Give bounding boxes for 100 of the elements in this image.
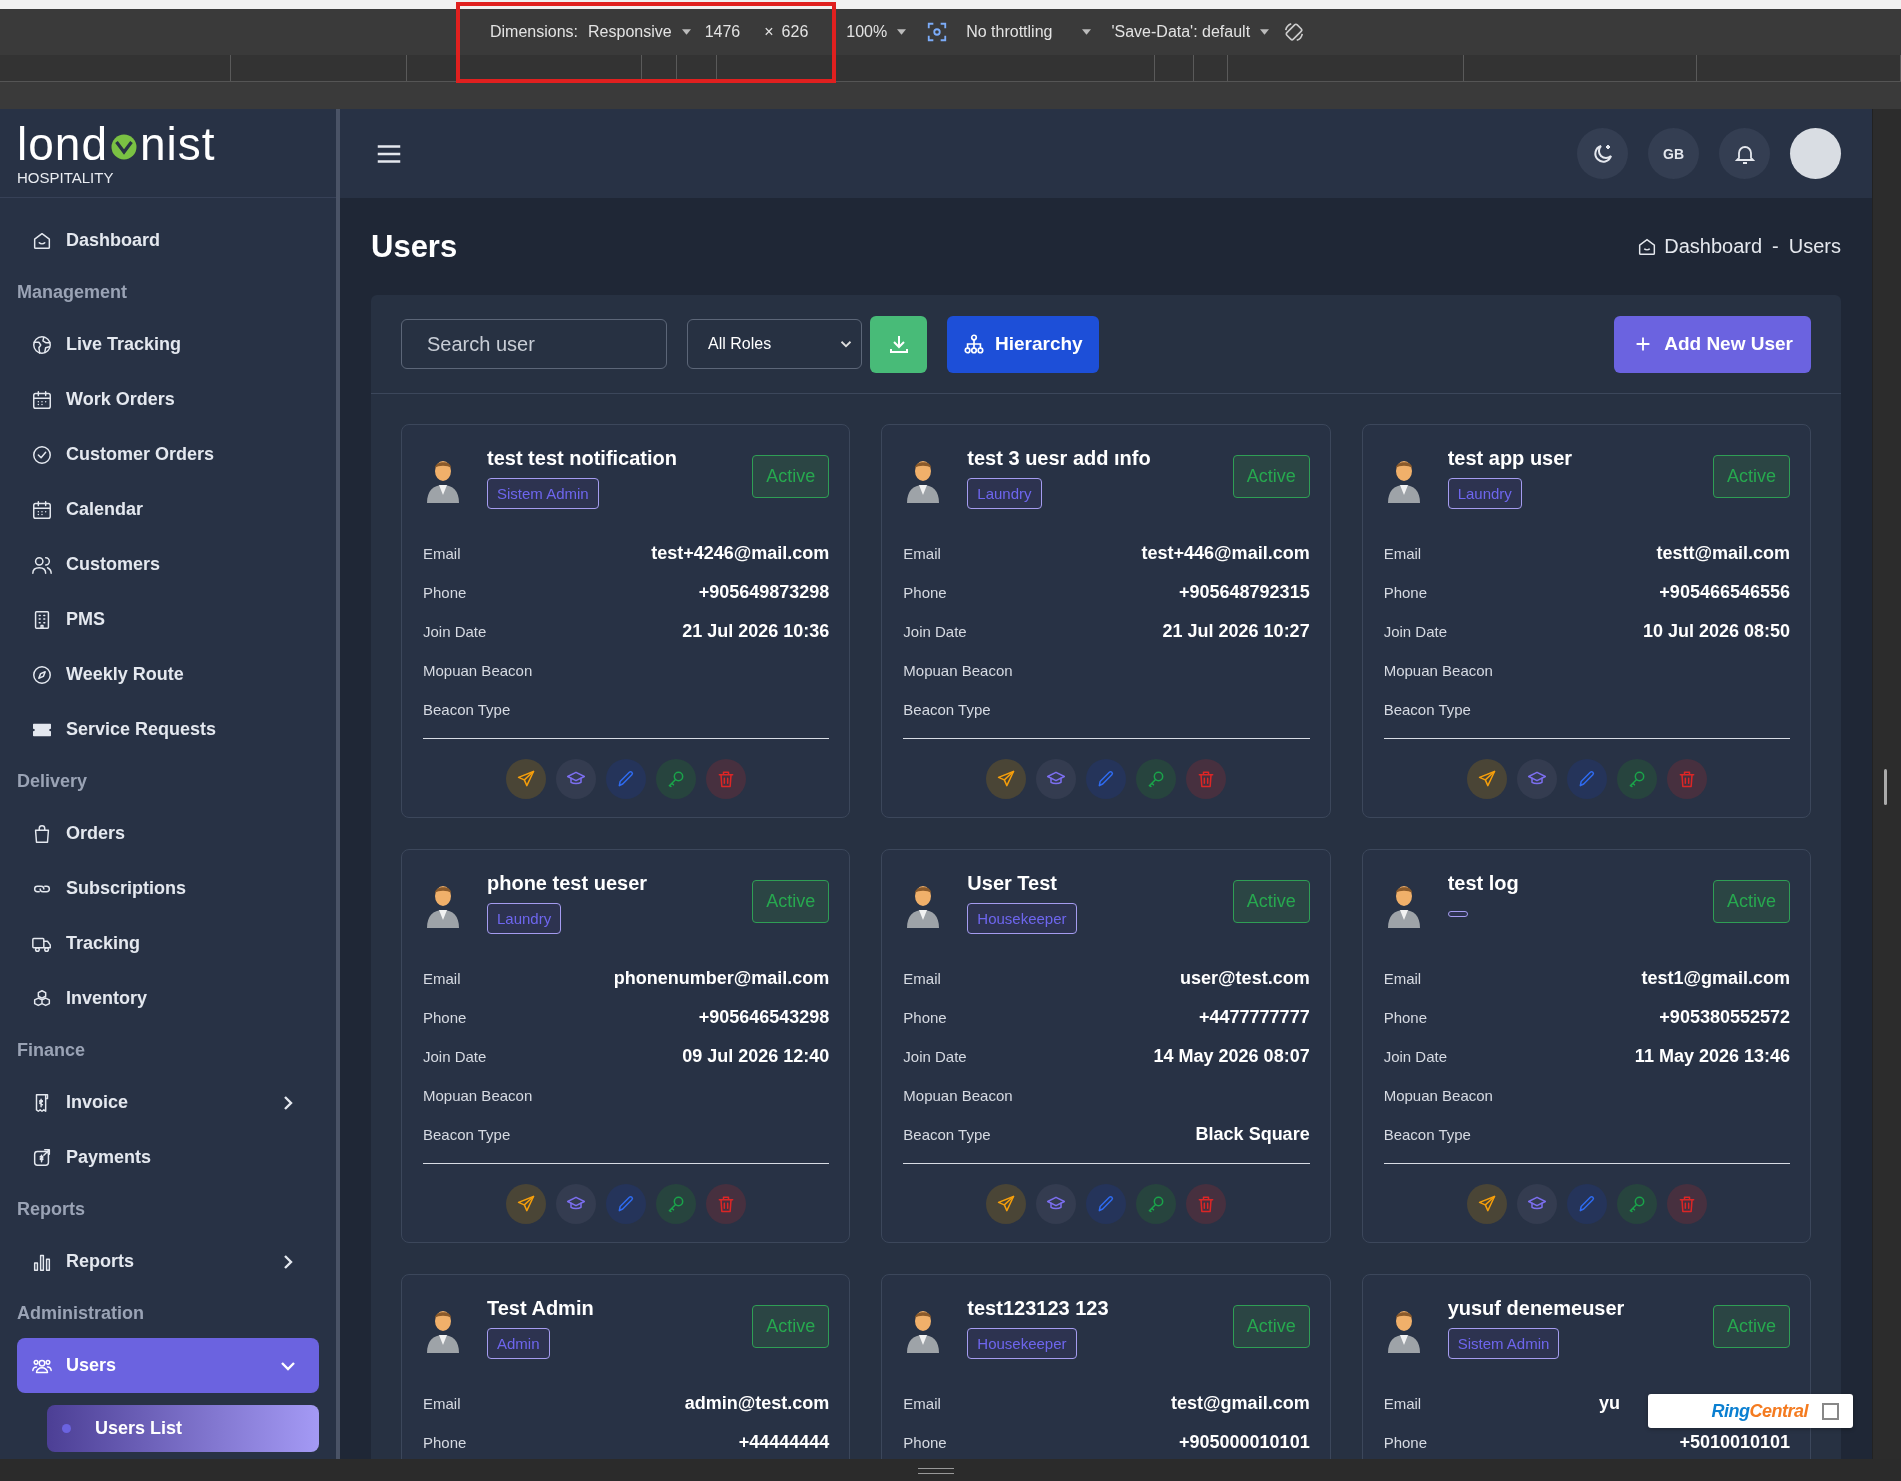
dimensions-label: Dimensions: (490, 23, 579, 41)
add-user-button[interactable]: Add New User (1614, 315, 1811, 373)
field-label: Email (903, 1395, 941, 1412)
field-value: +905649873298 (698, 582, 830, 603)
field-label: Join Date (1383, 623, 1448, 640)
sidebar-item[interactable]: Service Requests (0, 702, 319, 757)
caret-icon (1260, 29, 1270, 35)
field-label: Email (903, 545, 941, 562)
profile-avatar[interactable] (1790, 128, 1841, 179)
sidebar-item[interactable]: Inventory (0, 971, 319, 1026)
role-badge: Laundry (487, 903, 562, 934)
sidebar-section-heading: Finance (16, 1039, 87, 1062)
save-data-dropdown[interactable]: 'Save-Data': default (1111, 23, 1270, 41)
sidebar-item[interactable]: Reports (0, 1234, 319, 1289)
sidebar-item[interactable]: Tracking (0, 916, 319, 971)
graduation-cap-button[interactable] (1516, 1184, 1557, 1224)
graduation-cap-button[interactable] (556, 759, 597, 799)
status-badge: Active (1232, 880, 1310, 923)
language-button[interactable]: GB (1648, 128, 1699, 179)
edit-button[interactable] (1086, 1184, 1127, 1224)
field-label: Email (423, 545, 461, 562)
send-button[interactable] (986, 1184, 1027, 1224)
key-button[interactable] (1136, 759, 1177, 799)
delete-button[interactable] (706, 1184, 747, 1224)
key-button[interactable] (656, 759, 697, 799)
sidebar-item[interactable]: Calendar (0, 482, 319, 537)
sidebar-section-heading: Reports (16, 1198, 86, 1221)
graduation-cap-button[interactable] (556, 1184, 597, 1224)
field-label: Join Date (903, 623, 967, 640)
delete-button[interactable] (1666, 759, 1707, 799)
field-label: Beacon Type (423, 1126, 511, 1143)
graduation-cap-button[interactable] (1036, 759, 1077, 799)
breadcrumb-link[interactable]: Dashboard (1664, 235, 1763, 258)
send-button[interactable] (506, 1184, 547, 1224)
zoom-dropdown[interactable]: 100% (846, 23, 907, 41)
delete-button[interactable] (706, 759, 747, 799)
edit-button[interactable] (1086, 759, 1127, 799)
graduation-cap-button[interactable] (1516, 759, 1557, 799)
user-name: test123123 123 (967, 1297, 1109, 1320)
field-label: Phone (423, 1009, 467, 1026)
edit-button[interactable] (1566, 1184, 1607, 1224)
sidebar-item[interactable]: Weekly Route (0, 647, 319, 702)
sidebar-item[interactable]: Customers (0, 537, 319, 592)
delete-button[interactable] (1666, 1184, 1707, 1224)
minimize-button[interactable] (1822, 1402, 1839, 1420)
send-button[interactable] (506, 759, 547, 799)
send-button[interactable] (1466, 759, 1507, 799)
field-label: Phone (423, 1434, 467, 1451)
send-icon (516, 1194, 537, 1214)
sidebar-item[interactable]: Orders (0, 806, 319, 861)
field-label: Email (1383, 1395, 1422, 1412)
logo: lond nist HOSPITALITY (17, 120, 216, 186)
sidebar-item[interactable]: Work Orders (0, 372, 319, 427)
edit-button[interactable] (1566, 759, 1607, 799)
ringcentral-logo[interactable]: RingCentral (1711, 1400, 1808, 1422)
hierarchy-button[interactable]: Hierarchy (947, 315, 1099, 373)
send-button[interactable] (986, 759, 1027, 799)
sidebar-item[interactable]: Payments (0, 1130, 319, 1185)
edit-button[interactable] (606, 1184, 647, 1224)
role-badge: Sistem Admin (487, 478, 599, 509)
calendar-icon (31, 498, 53, 521)
sidebar-section-heading: Administration (16, 1302, 145, 1325)
delete-button[interactable] (1186, 759, 1227, 799)
user-name: test test notification (487, 447, 677, 470)
caret-icon (681, 29, 691, 35)
edit-button[interactable] (606, 759, 647, 799)
sidebar-item[interactable]: PMS (0, 592, 319, 647)
key-button[interactable] (1616, 759, 1657, 799)
field-label: Phone (903, 1009, 947, 1026)
status-badge: Active (1232, 1305, 1310, 1348)
height-value[interactable]: 626 (781, 23, 809, 41)
key-button[interactable] (1136, 1184, 1177, 1224)
field-label: Beacon Type (903, 701, 991, 718)
delete-button[interactable] (1186, 1184, 1227, 1224)
throttling-dropdown[interactable]: No throttling (966, 23, 1092, 41)
width-value[interactable]: 1476 (704, 23, 741, 41)
download-button[interactable] (870, 315, 927, 373)
send-icon (1476, 769, 1497, 789)
sidebar-item[interactable]: Customer Orders (0, 427, 319, 482)
device-dropdown[interactable]: Responsive (588, 23, 691, 41)
field-label: Join Date (423, 1048, 487, 1065)
key-button[interactable] (656, 1184, 697, 1224)
send-button[interactable] (1466, 1184, 1507, 1224)
sidebar-item[interactable]: Subscriptions (0, 861, 319, 916)
sidebar-item[interactable]: Dashboard (0, 213, 319, 268)
graduation-cap-button[interactable] (1036, 1184, 1077, 1224)
capture-icon[interactable] (926, 21, 949, 43)
search-field[interactable]: Search user (401, 319, 667, 369)
sidebar-item[interactable]: Invoice (0, 1075, 319, 1130)
sidebar-item[interactable]: Users (17, 1338, 319, 1393)
send-icon (516, 769, 537, 789)
sidebar-subitem[interactable]: Users List (47, 1405, 319, 1452)
rotate-icon[interactable] (1283, 21, 1306, 43)
sidebar-item[interactable]: Live Tracking (0, 317, 319, 372)
key-button[interactable] (1616, 1184, 1657, 1224)
chevron-right-icon (281, 1095, 295, 1110)
breadcrumb-current-page: Users (1788, 235, 1841, 258)
role-filter-dropdown[interactable]: All Roles (687, 319, 862, 369)
field-value: 10 Jul 2026 08:50 (1642, 621, 1790, 642)
hierarchy-icon (963, 333, 985, 355)
